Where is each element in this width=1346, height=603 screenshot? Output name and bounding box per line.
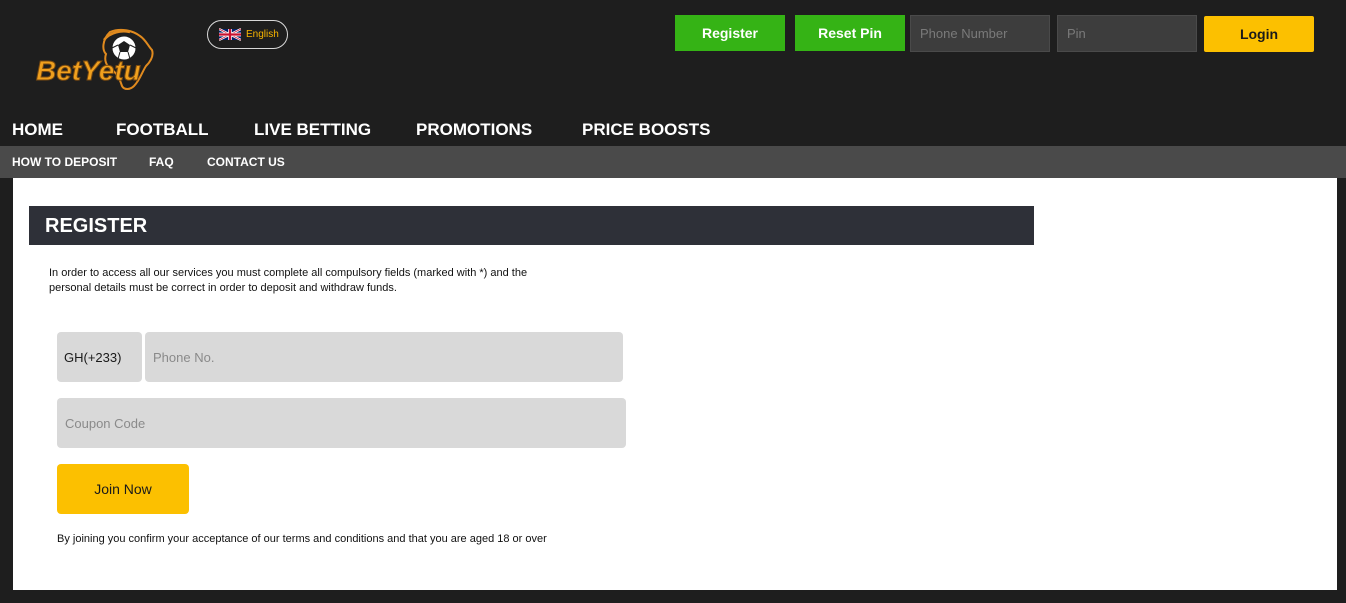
language-label: English: [246, 29, 279, 40]
coupon-code-input[interactable]: [57, 398, 626, 448]
nav-price-boosts[interactable]: PRICE BOOSTS: [582, 120, 710, 140]
login-phone-input[interactable]: [910, 15, 1050, 52]
logo-text: BetYetu: [36, 55, 141, 86]
sub-nav: HOW TO DEPOSIT FAQ CONTACT US: [0, 146, 1346, 178]
reset-pin-button[interactable]: Reset Pin: [795, 15, 905, 51]
page-title: REGISTER: [45, 215, 148, 237]
nav-promotions[interactable]: PROMOTIONS: [416, 120, 532, 140]
login-pin-input[interactable]: [1057, 15, 1197, 52]
register-panel: REGISTER In order to access all our serv…: [13, 178, 1337, 590]
main-nav: HOME FOOTBALL LIVE BETTING PROMOTIONS PR…: [0, 110, 1346, 146]
terms-notice: By joining you confirm your acceptance o…: [57, 533, 547, 545]
join-now-button[interactable]: Join Now: [57, 464, 189, 514]
intro-line-2: personal details must be correct in orde…: [49, 282, 397, 294]
language-selector[interactable]: English: [207, 20, 288, 49]
country-code-select[interactable]: GH(+233): [57, 332, 142, 382]
subnav-contact-us[interactable]: CONTACT US: [207, 155, 285, 169]
register-header-bar: REGISTER: [29, 206, 1034, 245]
intro-line-1: In order to access all our services you …: [49, 267, 528, 279]
subnav-how-to-deposit[interactable]: HOW TO DEPOSIT: [12, 155, 117, 169]
uk-flag-icon: [219, 28, 241, 41]
subnav-faq[interactable]: FAQ: [149, 155, 174, 169]
login-button[interactable]: Login: [1204, 16, 1314, 52]
register-intro: In order to access all our services you …: [49, 266, 589, 296]
nav-live-betting[interactable]: LIVE BETTING: [254, 120, 371, 140]
register-button[interactable]: Register: [675, 15, 785, 51]
site-header: BetYetu English Register Reset Pin Login: [0, 0, 1346, 110]
betyetu-logo[interactable]: BetYetu: [32, 26, 160, 96]
nav-football[interactable]: FOOTBALL: [116, 120, 209, 140]
nav-home[interactable]: HOME: [12, 120, 63, 140]
phone-number-input[interactable]: [145, 332, 623, 382]
